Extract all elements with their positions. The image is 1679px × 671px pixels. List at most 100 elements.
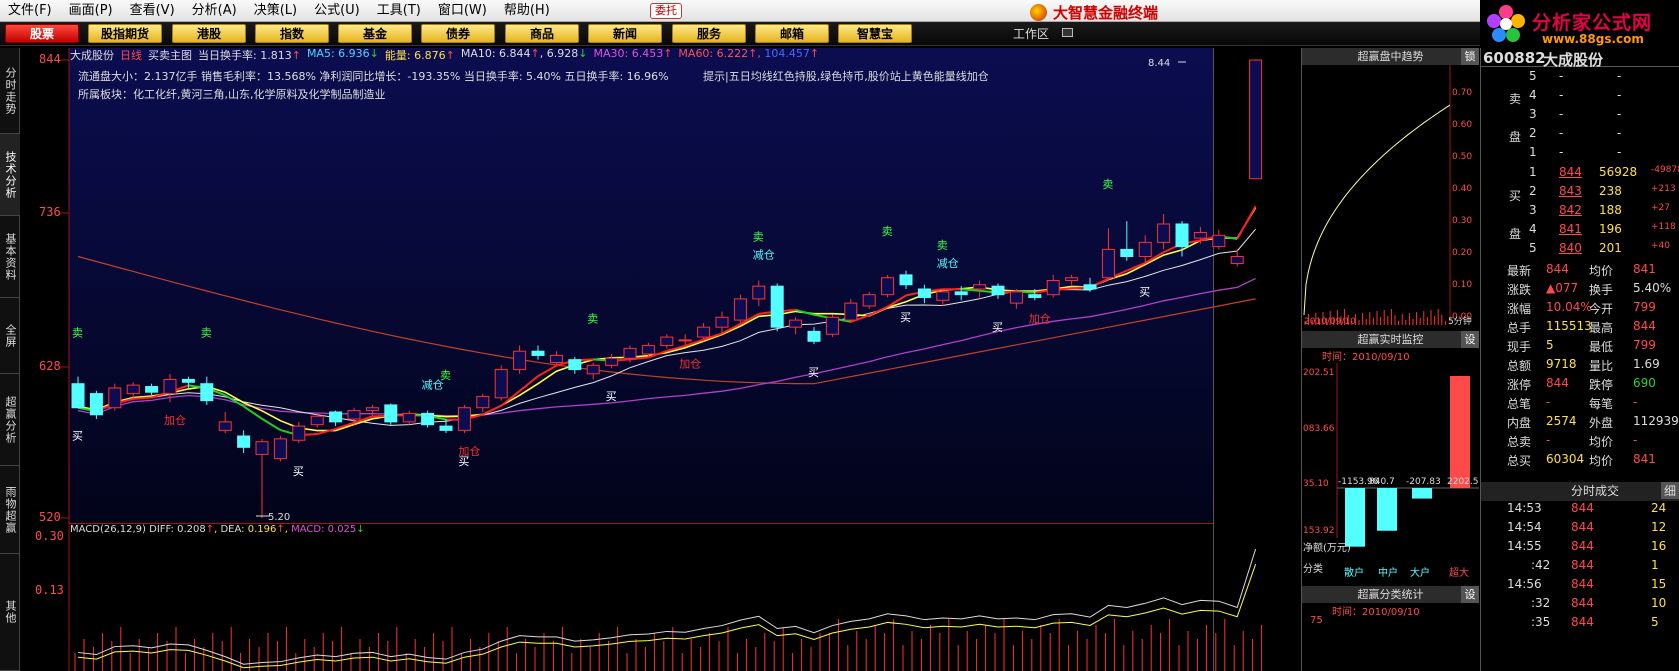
signal-21: 卖 xyxy=(1102,178,1113,191)
kline-chart-area[interactable]: 8.44 5.20 卖买卖加仓买减仓卖加仓买卖买加仓卖减仓买卖买卖减仓买加仓卖买 大… xyxy=(20,47,1301,671)
toolbar-btn-3[interactable]: 指数 xyxy=(255,24,329,43)
menu-item-3[interactable]: 分析(A) xyxy=(184,0,246,22)
macd-value: 0.025 xyxy=(327,524,357,535)
toolbar-btn-5[interactable]: 债券 xyxy=(421,24,495,43)
candle-body-37 xyxy=(752,285,766,300)
menu-item-5[interactable]: 公式(U) xyxy=(306,0,369,22)
left-tab-5[interactable]: 雨物超赢 xyxy=(0,466,20,554)
menu-item-0[interactable]: 文件(F) xyxy=(0,0,61,22)
menu-item-7[interactable]: 窗口(W) xyxy=(430,0,496,22)
candle-19[interactable] xyxy=(421,410,435,428)
sell-row-5: 5 - - xyxy=(1481,69,1679,88)
toolbar-btn-4[interactable]: 基金 xyxy=(338,24,412,43)
sector-line: 所属板块：化工化纤,黄河三角,山东,化学原料及化学制品制造业 xyxy=(78,88,386,101)
workspace-mail-icon[interactable] xyxy=(1062,28,1073,37)
y-label-844: 844 xyxy=(39,52,61,66)
tick-row-1: 14:54 844 12 xyxy=(1481,520,1679,539)
toolbar-btn-0[interactable]: 股票 xyxy=(5,24,79,43)
stat-row-8: 内盘 2574 外盘 112939 xyxy=(1481,414,1679,433)
monitor-bar-2 xyxy=(1412,488,1432,499)
candle-44[interactable] xyxy=(881,274,895,298)
tick-volume: 10 xyxy=(1651,596,1667,610)
menu-bar: 文件(F) 画面(P) 查看(V) 分析(A) 决策(L) 公式(U) 工具(T) 窗口(W)… xyxy=(0,0,1679,22)
low-label: 5.20 xyxy=(268,512,290,523)
tick-price: 844 xyxy=(1571,520,1594,534)
trend-axis-5: 0.20 xyxy=(1452,248,1472,258)
signal-20: 加仓 xyxy=(1029,311,1051,325)
tick-price: 844 xyxy=(1571,596,1594,610)
bar-axis-3: 153.92 xyxy=(1303,526,1335,536)
monitor-bar-0 xyxy=(1345,488,1365,547)
candle-11[interactable] xyxy=(273,436,287,462)
stat-row-4: 现手 5 最低 799 xyxy=(1481,338,1679,357)
candle-43[interactable] xyxy=(862,291,876,309)
toolbar-btn-2[interactable]: 港股 xyxy=(172,24,246,43)
candle-body-13 xyxy=(310,415,324,426)
ma10-readout: MA10: 6.844↑, 6.928↓ xyxy=(460,47,588,60)
candle-body-25 xyxy=(531,350,545,356)
stat-value-left: 844 xyxy=(1546,376,1569,390)
stat-label-left: 现手 xyxy=(1507,340,1532,354)
menu-item-6[interactable]: 工具(T) xyxy=(369,0,430,22)
left-tab-0[interactable]: 分时走势 xyxy=(0,48,20,134)
net-amount-label: 净额(万元) xyxy=(1303,541,1351,554)
candle-body-8 xyxy=(218,421,232,431)
tick-time: :35 xyxy=(1531,615,1551,629)
candle-body-47 xyxy=(936,291,950,301)
turnover-readout: 当日换手率: 1.813↑ xyxy=(198,49,301,62)
candle-36[interactable] xyxy=(733,294,747,323)
toolbar-btn-9[interactable]: 邮箱 xyxy=(755,24,829,43)
buy-price: 844 xyxy=(1559,165,1582,179)
monitor-settings-button[interactable]: 设 xyxy=(1461,331,1479,348)
entrust-button[interactable]: 委托 xyxy=(650,3,682,19)
toolbar-btn-1[interactable]: 股指期货 xyxy=(88,24,162,43)
candle-38[interactable] xyxy=(770,283,784,332)
candle-64[interactable] xyxy=(1249,59,1263,180)
candle-41[interactable] xyxy=(825,314,839,338)
candle-body-36 xyxy=(733,298,747,321)
signal-15: 卖 xyxy=(882,225,893,238)
toolbar-btn-7[interactable]: 新闻 xyxy=(588,24,662,43)
menu-item-1[interactable]: 画面(P) xyxy=(61,0,122,22)
candle-21[interactable] xyxy=(457,404,471,434)
candle-17[interactable] xyxy=(384,403,398,425)
sell-label-a: 卖 xyxy=(1481,90,1679,109)
workspace-label[interactable]: 工作区 xyxy=(1013,25,1049,42)
candle-body-21 xyxy=(457,407,471,431)
candle-body-35 xyxy=(715,316,729,328)
stat-label-left: 总笔 xyxy=(1507,397,1532,411)
formula-label: 买卖主图 xyxy=(148,49,192,62)
vol-label: 能量: xyxy=(384,49,411,62)
toolbar-btn-6[interactable]: 商品 xyxy=(505,24,579,43)
brand-title: 大智慧金融终端 xyxy=(1030,2,1158,23)
buy-label-2: 盘 xyxy=(1509,227,1522,241)
menu-item-4[interactable]: 决策(L) xyxy=(246,0,306,22)
candle-1[interactable] xyxy=(89,390,103,420)
stock-name: 大成股份 xyxy=(1543,51,1604,69)
tick-volume: 24 xyxy=(1651,501,1667,515)
ticks-detail-button[interactable]: 细 xyxy=(1661,482,1679,499)
toolbar-btn-10[interactable]: 智慧宝 xyxy=(838,24,912,43)
trend-lock-button[interactable]: 锁 xyxy=(1461,48,1479,65)
stat-label-left: 最新 xyxy=(1507,264,1532,278)
left-tab-2[interactable]: 基本资料 xyxy=(0,216,20,298)
candle-body-40 xyxy=(807,330,821,342)
stat-value-right: 844 xyxy=(1633,319,1656,333)
candle-62[interactable] xyxy=(1212,229,1226,250)
stock-code: 600882 xyxy=(1483,49,1546,67)
stats-settings-button[interactable]: 设 xyxy=(1461,586,1479,603)
menu-item-8[interactable]: 帮助(H) xyxy=(496,0,559,22)
candle-2[interactable] xyxy=(108,383,122,411)
trend-axis-3: 0.40 xyxy=(1452,184,1472,194)
left-tab-4[interactable]: 超赢分析 xyxy=(0,374,20,466)
menu-item-2[interactable]: 查看(V) xyxy=(122,0,184,22)
toolbar-btn-8[interactable]: 服务 xyxy=(672,24,746,43)
candle-body-2 xyxy=(108,387,122,409)
left-tab-1[interactable]: 技术分析 xyxy=(0,134,20,216)
left-tab-3[interactable]: 全屏 xyxy=(0,298,20,374)
candle-23[interactable] xyxy=(494,365,508,401)
sell-row-1: 1 - - xyxy=(1481,145,1679,164)
left-tab-6[interactable]: 其他 xyxy=(0,554,20,671)
signal-17: 卖 xyxy=(937,239,948,252)
kline-chart[interactable]: 8.445.20卖买卖加仓买减仓卖加仓买卖买加仓卖减仓买卖买卖减仓买加仓卖买 xyxy=(20,48,1301,671)
